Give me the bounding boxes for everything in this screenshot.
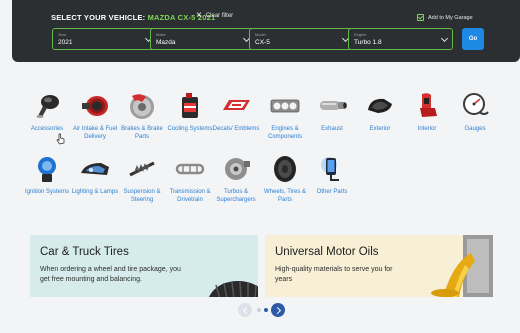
- category-wheels-tires[interactable]: Wheels, Tires & Parts: [260, 153, 310, 204]
- category-lighting[interactable]: Lighting & Lamps: [70, 153, 120, 197]
- category-label: Suspension & Steering: [123, 189, 161, 203]
- carousel-prev-button[interactable]: [238, 303, 252, 317]
- shock-absorber-icon: [129, 161, 155, 177]
- gauge-icon: [463, 93, 489, 115]
- category-label: Lighting & Lamps: [71, 189, 119, 195]
- promo-oils-title: Universal Motor Oils: [275, 246, 379, 258]
- category-brakes[interactable]: Brakes & Brake Parts: [117, 90, 167, 141]
- category-label: Ignition Systems: [24, 189, 70, 195]
- category-label: Wheels, Tires & Parts: [263, 189, 306, 203]
- vehicle-title-prefix: SELECT YOUR VEHICLE:: [51, 13, 148, 22]
- side-mirror-icon: [368, 98, 392, 113]
- headlight-icon: [81, 163, 109, 175]
- close-icon: ×: [196, 10, 202, 21]
- engine-select-value: Turbo 1.8: [354, 39, 382, 46]
- category-label: Turbos & Superchargers: [216, 189, 256, 203]
- category-cooling[interactable]: Cooling Systems: [165, 90, 215, 134]
- promo-tires-text: When ordering a wheel and tire package, …: [40, 266, 181, 283]
- gasket-icon: [270, 99, 300, 113]
- ignition-coil-icon: [38, 157, 56, 182]
- air-filter-icon: [82, 96, 108, 116]
- carousel-next-button[interactable]: [271, 303, 285, 317]
- turbo-icon: [225, 158, 250, 180]
- vehicle-selector-bar: SELECT YOUR VEHICLE: MAZDA CX-5 2021 × C…: [12, 0, 520, 62]
- category-label: Transmission & Drivetrain: [169, 189, 211, 203]
- chain-icon: [175, 163, 205, 175]
- make-select[interactable]: Make Mazda: [150, 28, 255, 50]
- carousel-dot-2-active[interactable]: [264, 308, 268, 312]
- category-decals[interactable]: Decals/ Emblems: [211, 90, 261, 134]
- category-transmission[interactable]: Transmission & Drivetrain: [165, 153, 215, 204]
- add-to-garage-label: Add to My Garage: [428, 14, 473, 21]
- category-gauges[interactable]: Gauges: [450, 90, 500, 134]
- make-select-value: Mazda: [156, 39, 176, 46]
- make-select-label: Make: [156, 32, 166, 37]
- category-suspension[interactable]: Suspension & Steering: [117, 153, 167, 204]
- chevron-down-icon: [440, 34, 449, 43]
- coolant-bottle-icon: [182, 93, 198, 118]
- tire-icon: [274, 156, 296, 182]
- category-air-intake[interactable]: Air Intake & Fuel Delivery: [70, 90, 120, 141]
- carousel-dot-1[interactable]: [257, 308, 261, 312]
- category-label: Engines & Components: [267, 126, 303, 140]
- year-select-value: 2021: [58, 39, 73, 46]
- category-label: Other Parts: [316, 189, 348, 195]
- category-engines[interactable]: Engines & Components: [260, 90, 310, 141]
- clear-filter-button[interactable]: × Clear filter: [196, 10, 234, 21]
- category-ignition[interactable]: Ignition Systems: [22, 153, 72, 197]
- category-exhaust[interactable]: Exhaust: [307, 90, 357, 134]
- category-label: Exterior: [369, 126, 391, 132]
- brake-disc-icon: [130, 94, 154, 119]
- category-other-parts[interactable]: Other Parts: [307, 153, 357, 197]
- go-button[interactable]: Go: [462, 28, 484, 50]
- engine-select-label: Engine: [354, 32, 367, 37]
- exhaust-icon: [320, 101, 347, 110]
- year-select[interactable]: Year 2021: [52, 28, 157, 50]
- add-to-garage-checkbox[interactable]: Add to My Garage: [417, 14, 473, 21]
- phone-mount-icon: [321, 157, 339, 181]
- promo-carousel-controls: [238, 303, 286, 317]
- checkbox-icon: [417, 14, 424, 21]
- engine-select[interactable]: Engine Turbo 1.8: [348, 28, 453, 50]
- motor-oil-image: [431, 235, 493, 297]
- decal-icon: [223, 100, 250, 110]
- car-seat-icon: [420, 93, 437, 117]
- category-label: Brakes & Brake Parts: [121, 126, 163, 140]
- shift-knob-icon: [36, 95, 59, 118]
- category-label: Cooling Systems: [167, 126, 213, 132]
- category-label: Interior: [417, 126, 437, 132]
- vehicle-selector-title: SELECT YOUR VEHICLE: MAZDA CX-5 2021: [51, 13, 215, 22]
- hand-pointer-icon: [56, 133, 65, 145]
- model-select-label: Model: [255, 32, 266, 37]
- promo-car-truck-tires[interactable]: Car & Truck Tires When ordering a wheel …: [30, 235, 258, 297]
- promo-oils-text: High-quality materials to serve you for …: [275, 266, 393, 283]
- category-turbos[interactable]: Turbos & Superchargers: [211, 153, 261, 204]
- category-label: Decals/ Emblems: [212, 126, 260, 132]
- model-select[interactable]: Model CX-5: [249, 28, 354, 50]
- year-select-label: Year: [58, 32, 67, 37]
- category-label: Gauges: [464, 126, 486, 132]
- category-label: Exhaust: [321, 126, 343, 132]
- category-interior[interactable]: Interior: [402, 90, 452, 134]
- category-label: Air Intake & Fuel Delivery: [72, 126, 118, 140]
- tire-tread-image: [209, 281, 258, 297]
- category-accessories[interactable]: Accessories: [22, 90, 72, 134]
- clear-filter-label: Clear filter: [205, 13, 234, 19]
- promo-tires-title: Car & Truck Tires: [40, 246, 129, 258]
- category-exterior[interactable]: Exterior: [355, 90, 405, 134]
- promo-universal-motor-oils[interactable]: Universal Motor Oils High-quality materi…: [265, 235, 493, 297]
- model-select-value: CX-5: [255, 39, 270, 46]
